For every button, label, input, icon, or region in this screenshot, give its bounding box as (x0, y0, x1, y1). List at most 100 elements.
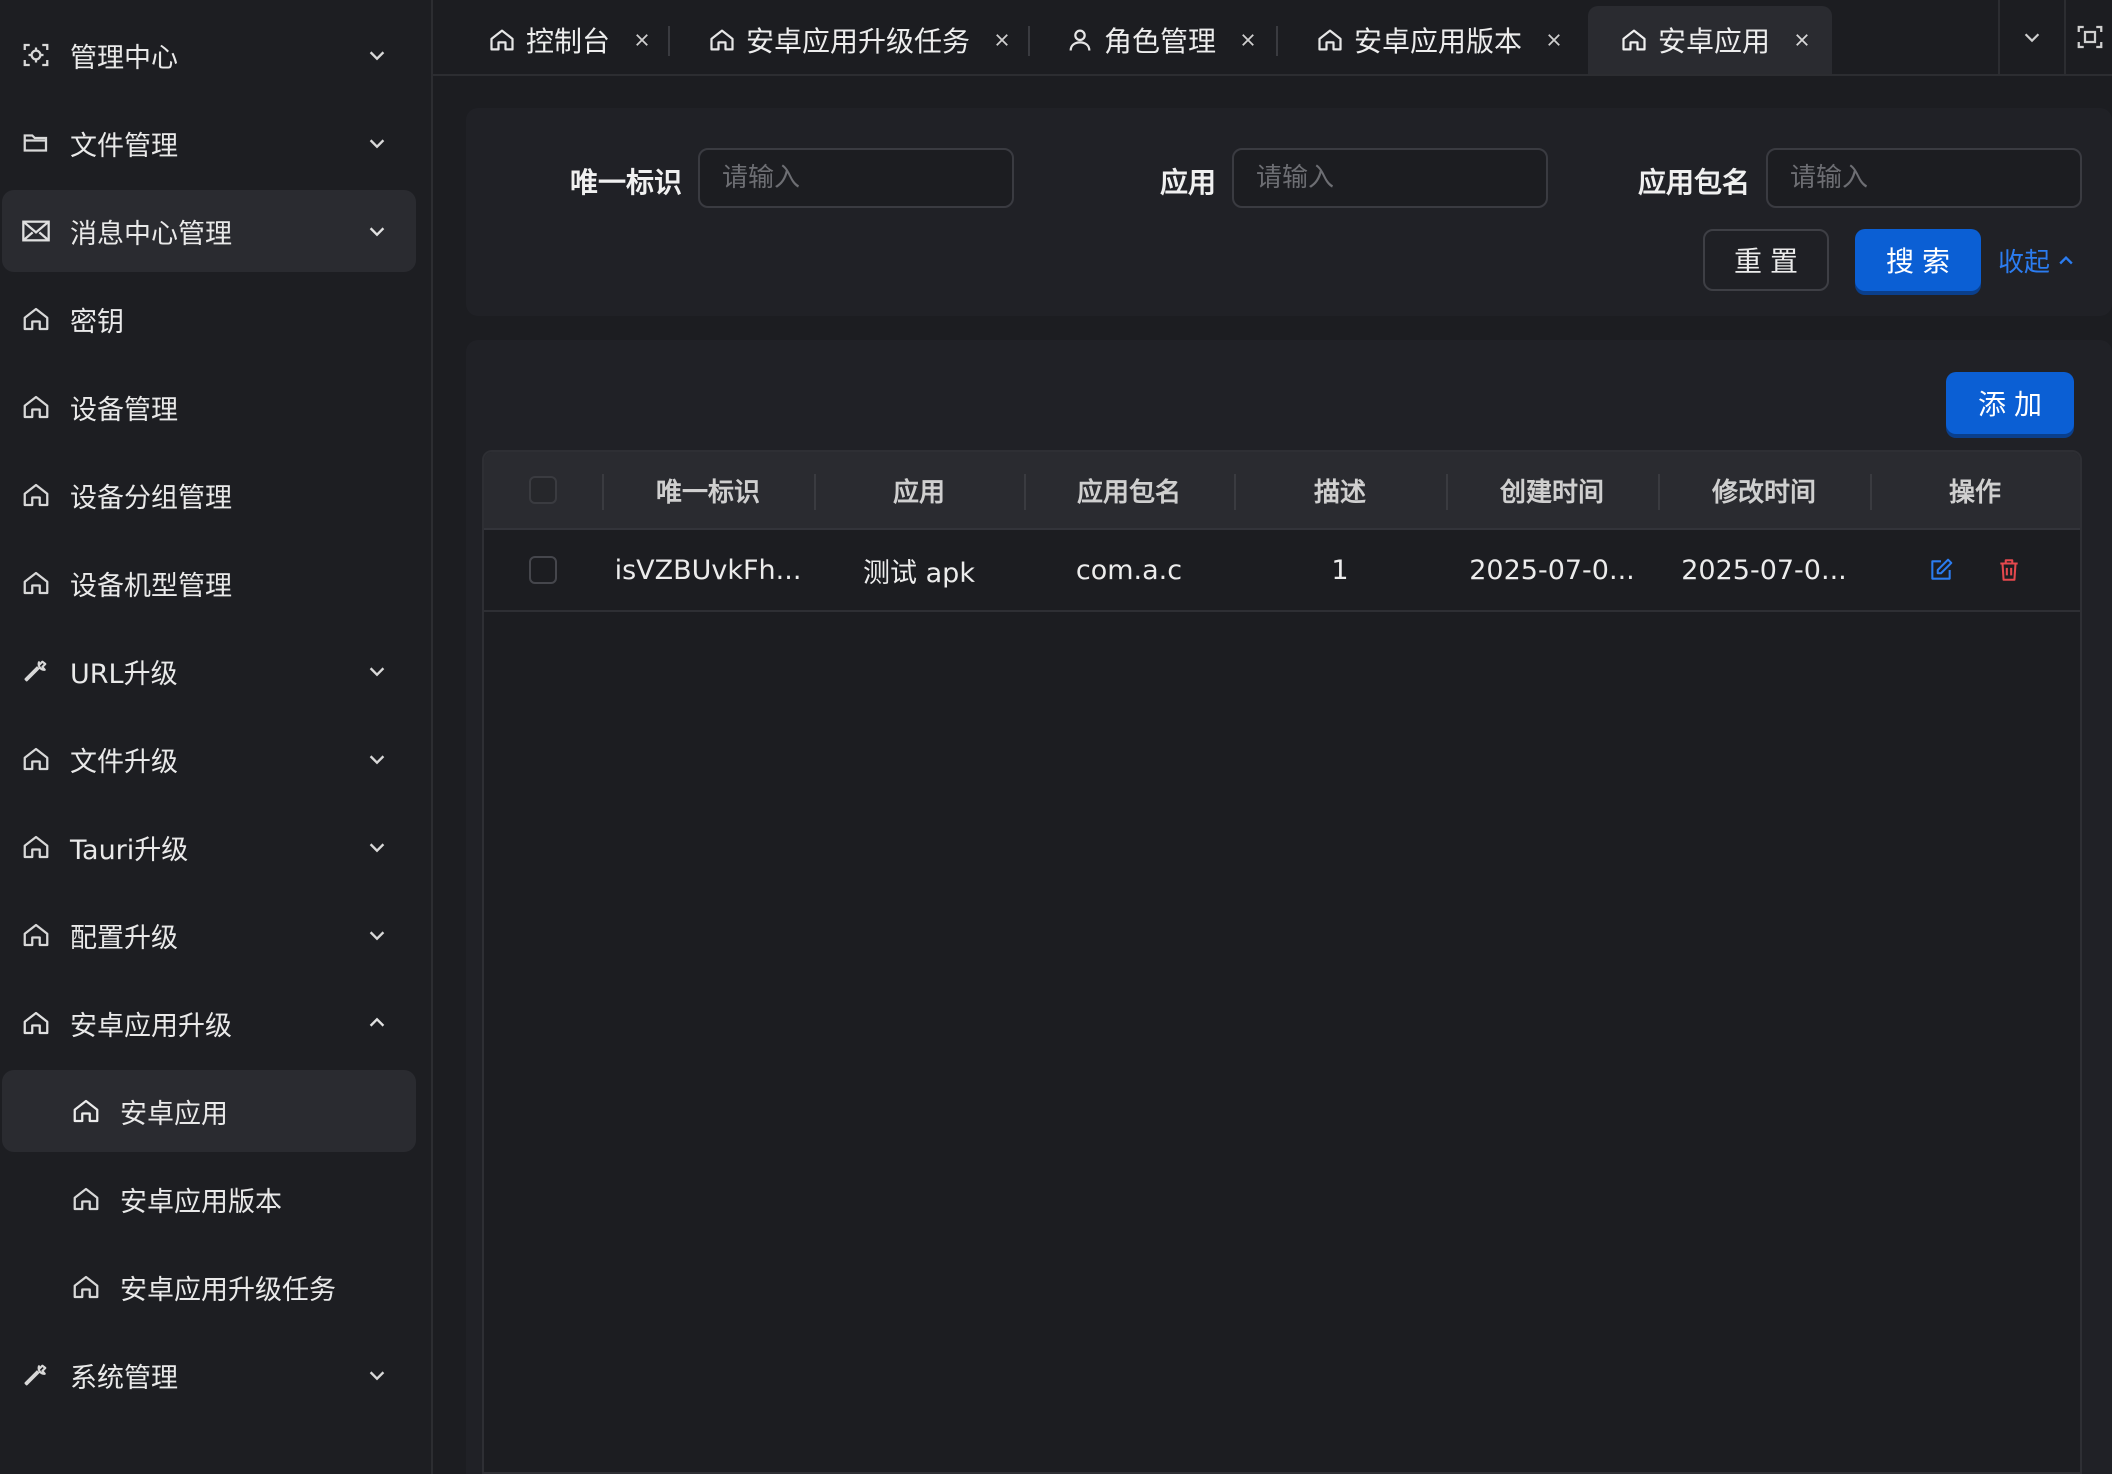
sidebar-item-url-upgrade[interactable]: URL升级 (2, 630, 416, 712)
sidebar-item-keys[interactable]: 密钥 (2, 278, 416, 360)
sidebar-item-device-management[interactable]: 设备管理 (2, 366, 416, 448)
tab-list-dropdown[interactable] (1998, 0, 2064, 74)
sidebar-item-label: 管理中心 (70, 42, 178, 74)
tab-label: 角色管理 (1104, 25, 1217, 58)
chevron-down-icon (2021, 26, 2043, 48)
delete-button[interactable] (1989, 550, 2029, 590)
tab-android-app[interactable]: 安卓应用 (1588, 6, 1833, 74)
column-header-uid[interactable]: 唯一标识 (602, 452, 814, 528)
sidebar-item-label: 系统管理 (70, 1362, 178, 1394)
table-header: 唯一标识 应用 应用包名 描述 创建时间 修改时间 操作 (484, 452, 2080, 530)
header-select-all[interactable] (484, 452, 602, 528)
mail-icon (18, 213, 54, 249)
sidebar-item-management-center[interactable]: 管理中心 (2, 14, 416, 96)
cell-description: 1 (1331, 554, 1349, 586)
tab-separator (1276, 26, 1278, 56)
close-icon[interactable] (1790, 28, 1814, 52)
tab-label: 安卓应用版本 (1354, 25, 1523, 58)
sidebar-item-label: 安卓应用 (120, 1098, 228, 1130)
sidebar-item-android-app-upgrade-task[interactable]: 安卓应用升级任务 (2, 1246, 416, 1328)
data-table: 唯一标识 应用 应用包名 描述 创建时间 修改时间 操作 isVZBUvkFh.… (482, 450, 2082, 1474)
home-icon (68, 1093, 104, 1129)
sidebar-item-message-center[interactable]: 消息中心管理 (2, 190, 416, 272)
sidebar-item-label: 设备机型管理 (70, 570, 232, 602)
chevron-down-icon (364, 834, 390, 860)
home-icon (486, 24, 518, 56)
app-root: 管理中心 文件管理 消息中心管理 密钥 设备管理 设备分组管理 设备机型管理 U… (0, 0, 2112, 1474)
package-name-input[interactable] (1766, 148, 2082, 208)
sidebar-item-android-app-upgrade[interactable]: 安卓应用升级 (2, 982, 416, 1064)
app-input[interactable] (1232, 148, 1548, 208)
sidebar-item-config-upgrade[interactable]: 配置升级 (2, 894, 416, 976)
column-header-modified-time[interactable]: 修改时间 (1658, 452, 1870, 528)
chevron-down-icon (364, 1362, 390, 1388)
row-select-cell[interactable] (484, 530, 602, 610)
sidebar-item-android-app[interactable]: 安卓应用 (2, 1070, 416, 1152)
home-icon (18, 477, 54, 513)
fullscreen-button[interactable] (2064, 0, 2112, 74)
cell-modified-time: 2025-07-0... (1681, 554, 1847, 586)
edit-button[interactable] (1921, 550, 1961, 590)
close-icon[interactable] (1542, 28, 1566, 52)
chevron-down-icon (364, 658, 390, 684)
cell-actions (1870, 530, 2080, 610)
wrench-icon (18, 1357, 54, 1393)
sidebar-item-tauri-upgrade[interactable]: Tauri升级 (2, 806, 416, 888)
tab-android-app-upgrade-task[interactable]: 安卓应用升级任务 (706, 6, 1014, 74)
home-icon (18, 829, 54, 865)
sidebar-item-label: 配置升级 (70, 922, 178, 954)
home-icon (18, 301, 54, 337)
sidebar-item-label: 文件升级 (70, 746, 178, 778)
column-header-package-name[interactable]: 应用包名 (1024, 452, 1234, 528)
column-header-actions: 操作 (1948, 477, 2001, 508)
tab-separator (668, 26, 670, 56)
search-button[interactable]: 搜索 (1855, 229, 1981, 291)
sidebar-item-file-management[interactable]: 文件管理 (2, 102, 416, 184)
trash-icon (1996, 557, 2022, 583)
cell-uid: isVZBUvkFh... (614, 554, 802, 586)
sidebar-item-android-app-version[interactable]: 安卓应用版本 (2, 1158, 416, 1240)
row-checkbox[interactable] (529, 556, 557, 584)
sidebar-item-label: 设备分组管理 (70, 482, 232, 514)
home-icon (1314, 24, 1346, 56)
fullscreen-icon (2075, 22, 2105, 52)
add-button[interactable]: 添加 (1946, 372, 2074, 434)
chevron-down-icon (364, 922, 390, 948)
tab-android-app-version[interactable]: 安卓应用版本 (1314, 6, 1566, 74)
column-header-description[interactable]: 描述 (1234, 452, 1446, 528)
sidebar-item-label: 消息中心管理 (70, 218, 232, 250)
cell-created-time: 2025-07-0... (1469, 554, 1635, 586)
chevron-up-icon (364, 1010, 390, 1036)
close-icon[interactable] (630, 28, 654, 52)
collapse-label: 收起 (1998, 248, 2051, 278)
sidebar-item-device-model-management[interactable]: 设备机型管理 (2, 542, 416, 624)
uid-label: 唯一标识 (569, 166, 682, 199)
cell-app: 测试 apk (863, 557, 975, 589)
column-header-app[interactable]: 应用 (814, 452, 1024, 528)
chevron-down-icon (364, 42, 390, 68)
home-icon (1618, 24, 1650, 56)
sidebar-item-label: URL升级 (70, 658, 178, 690)
tab-label: 控制台 (526, 25, 611, 58)
sidebar-item-label: 文件管理 (70, 130, 178, 162)
edit-icon (1928, 557, 1954, 583)
collapse-link[interactable]: 收起 (1998, 242, 2076, 279)
sidebar-item-system-management[interactable]: 系统管理 (2, 1334, 416, 1416)
home-icon (18, 917, 54, 953)
user-icon (1064, 24, 1096, 56)
package-name-label: 应用包名 (1637, 166, 1750, 199)
close-icon[interactable] (1236, 28, 1260, 52)
select-all-checkbox[interactable] (529, 476, 557, 504)
tab-role-management[interactable]: 角色管理 (1064, 6, 1260, 74)
sidebar-item-label: 密钥 (70, 306, 124, 338)
tab-dashboard[interactable]: 控制台 (486, 6, 654, 74)
close-icon[interactable] (990, 28, 1014, 52)
reset-button[interactable]: 重置 (1703, 229, 1829, 291)
sidebar-item-file-upgrade[interactable]: 文件升级 (2, 718, 416, 800)
column-header-created-time[interactable]: 创建时间 (1446, 452, 1658, 528)
chevron-down-icon (364, 746, 390, 772)
home-icon (18, 565, 54, 601)
sidebar-item-device-group-management[interactable]: 设备分组管理 (2, 454, 416, 536)
sidebar-item-label: 安卓应用升级任务 (120, 1274, 336, 1306)
uid-input[interactable] (698, 148, 1014, 208)
